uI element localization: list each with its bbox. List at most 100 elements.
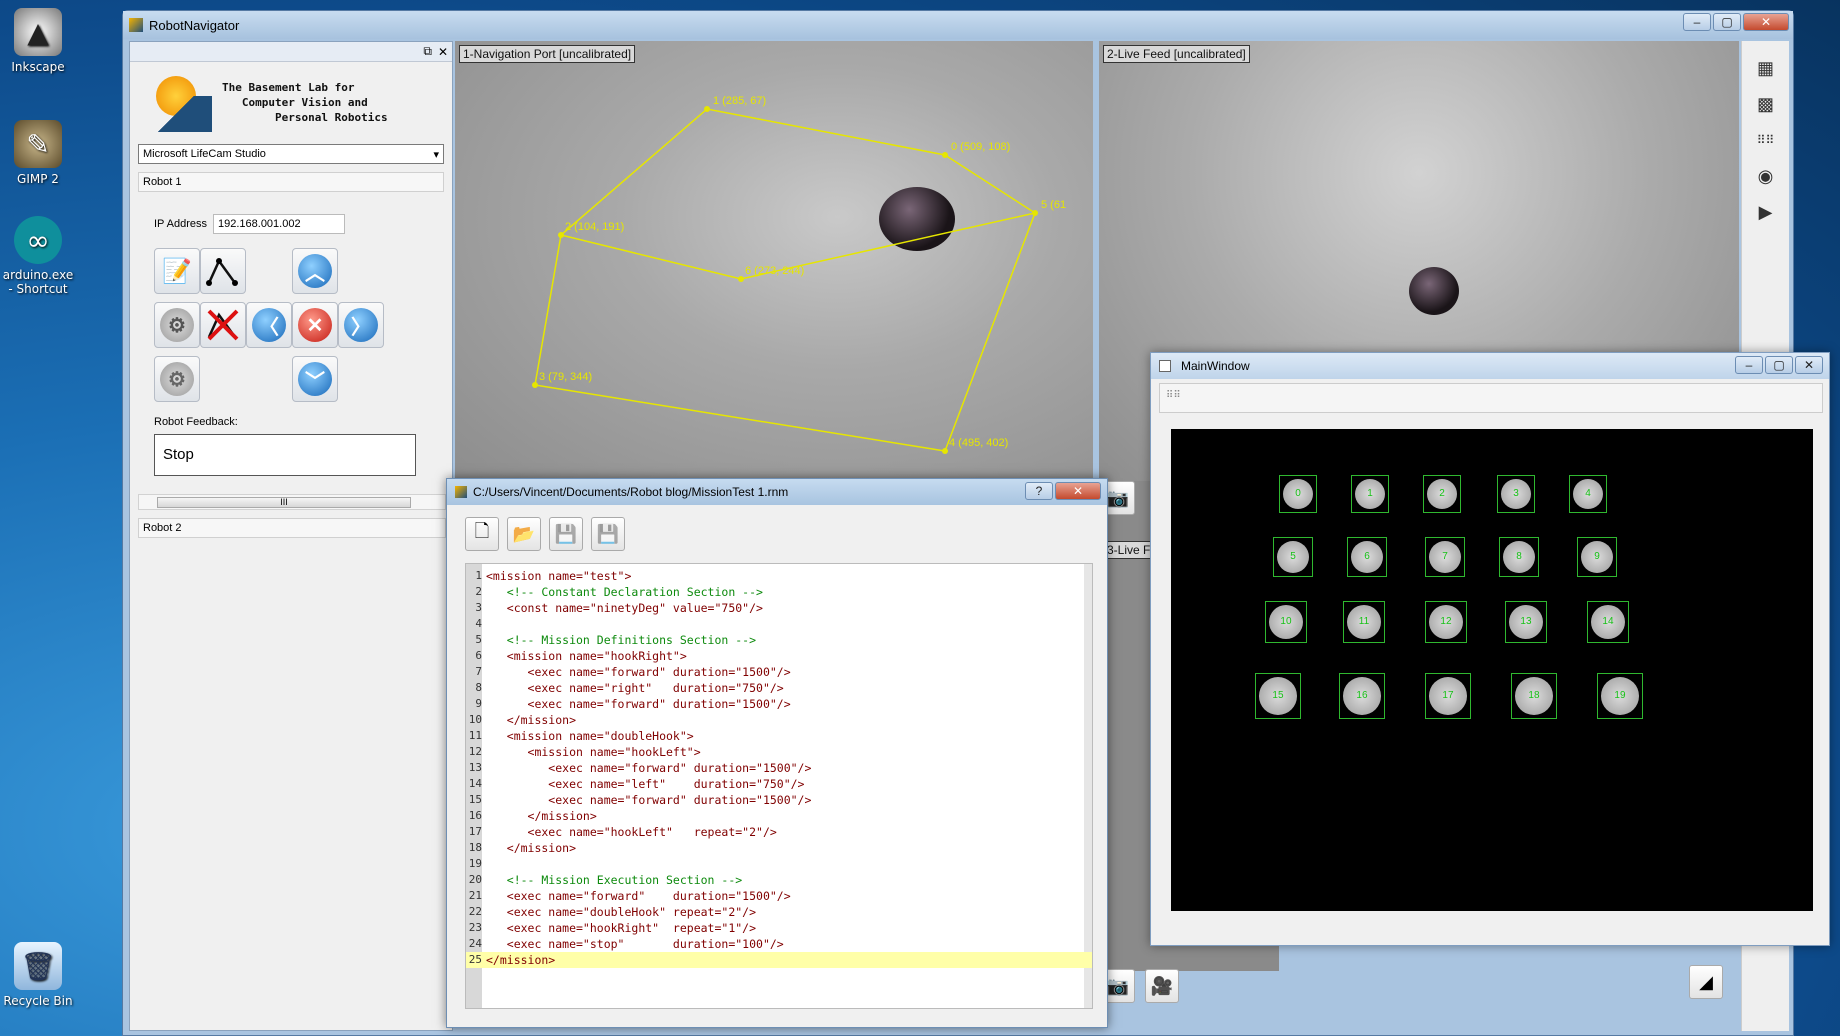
code-line[interactable]: 22 <exec name="doubleHook" repeat="2"/>	[466, 904, 1092, 920]
dots-grid-icon[interactable]: ⠿⠿	[1751, 127, 1781, 153]
detected-blob: 15	[1255, 673, 1301, 719]
camera-icon: 📷	[1106, 975, 1130, 996]
move-down-button[interactable]: ﹀	[292, 356, 338, 402]
record-button[interactable]: 🎥	[1145, 969, 1179, 1003]
code-line[interactable]: 9 <exec name="forward" duration="1500"/>	[466, 696, 1092, 712]
line-number: 14	[468, 777, 482, 790]
code-line[interactable]: 1 <mission name="test">	[466, 568, 1092, 584]
robot1-section[interactable]: Robot 1	[138, 172, 444, 192]
code-line[interactable]: 19	[466, 856, 1092, 872]
code-line[interactable]: 3 <const name="ninetyDeg" value="750"/>	[466, 600, 1092, 616]
code-line[interactable]: 11 <mission name="doubleHook">	[466, 728, 1092, 744]
editor-titlebar[interactable]: C:/Users/Vincent/Documents/Robot blog/Mi…	[447, 479, 1107, 505]
scrollbar-thumb[interactable]: III	[157, 497, 411, 508]
line-number: 13	[468, 761, 482, 774]
resize-grip-icon: ◢	[1699, 971, 1713, 992]
code-line[interactable]: 14 <exec name="left" duration="750"/>	[466, 776, 1092, 792]
open-file-button[interactable]: 📂	[507, 517, 541, 551]
robot2-section[interactable]: Robot 2	[138, 518, 446, 538]
detected-blob: 12	[1425, 601, 1467, 643]
code-line[interactable]: 2 <!-- Constant Declaration Section -->	[466, 584, 1092, 600]
code-line[interactable]: 8 <exec name="right" duration="750"/>	[466, 680, 1092, 696]
clear-path-button[interactable]	[200, 302, 246, 348]
code-editor[interactable]: 1 <mission name="test"> 2 <!-- Constant De…	[465, 563, 1093, 1009]
video-camera-icon[interactable]: ▶	[1751, 199, 1781, 225]
notepad-icon: 📝	[162, 257, 192, 285]
settings-button[interactable]: ⚙	[154, 356, 200, 402]
desktop-icon-inkscape[interactable]: ▲ Inkscape	[0, 8, 76, 74]
horizontal-scrollbar[interactable]: III	[138, 494, 446, 510]
desktop-icon-arduino[interactable]: ∞ arduino.exe - Shortcut	[0, 216, 76, 296]
code-text: <exec name="hookLeft" repeat="2"/>	[486, 825, 777, 839]
code-text: <exec name="forward" duration="1500"/>	[486, 889, 791, 903]
code-text: </mission>	[486, 809, 597, 823]
resize-grip-button[interactable]: ◢	[1689, 965, 1723, 999]
code-line[interactable]: 12 <mission name="hookLeft">	[466, 744, 1092, 760]
move-left-button[interactable]: 〈	[246, 302, 292, 348]
grid-2x2-icon[interactable]: ▦	[1751, 55, 1781, 81]
new-file-button[interactable]: 🗋	[465, 517, 499, 551]
move-up-button[interactable]: ︿	[292, 248, 338, 294]
line-number: 4	[475, 617, 482, 630]
code-text: <exec name="doubleHook" repeat="2"/>	[486, 905, 757, 919]
blob-label: 1	[1367, 488, 1373, 500]
code-line[interactable]: 15 <exec name="forward" duration="1500"/…	[466, 792, 1092, 808]
grid-3x3-icon[interactable]: ▩	[1751, 91, 1781, 117]
stop-x-icon: ✕	[298, 308, 332, 342]
editor-close-button[interactable]: ✕	[1055, 482, 1101, 500]
code-line[interactable]: 21 <exec name="forward" duration="1500"/…	[466, 888, 1092, 904]
float-icon[interactable]: ⧉	[423, 44, 432, 59]
blob-label: 11	[1358, 616, 1370, 628]
code-line[interactable]: 24 <exec name="stop" duration="100"/>	[466, 936, 1092, 952]
path-upper	[559, 108, 1037, 280]
save-button[interactable]: 💾	[549, 517, 583, 551]
settings-run-button[interactable]: ⚙	[154, 302, 200, 348]
ip-address-field[interactable]: 192.168.001.002	[213, 214, 345, 234]
arduino-icon: ∞	[14, 216, 62, 264]
close-dock-icon[interactable]: ✕	[438, 45, 448, 59]
webcam-icon[interactable]: ◉	[1751, 163, 1781, 189]
waypoint-2	[558, 232, 564, 238]
desktop-icon-gimp[interactable]: ✎ GIMP 2	[0, 120, 76, 186]
gear-icon: ⚙	[160, 308, 194, 342]
code-line[interactable]: 17 <exec name="hookLeft" repeat="2"/>	[466, 824, 1092, 840]
maximize-button[interactable]: ▢	[1765, 356, 1793, 374]
close-button[interactable]: ✕	[1743, 13, 1789, 31]
code-line[interactable]: 23 <exec name="hookRight" repeat="1"/>	[466, 920, 1092, 936]
maximize-button[interactable]: ▢	[1713, 13, 1741, 31]
port3-label: 3-Live F	[1103, 541, 1155, 559]
code-line[interactable]: 7 <exec name="forward" duration="1500"/>	[466, 664, 1092, 680]
code-line[interactable]: 18 </mission>	[466, 840, 1092, 856]
code-line[interactable]: 6 <mission name="hookRight">	[466, 648, 1092, 664]
code-text: <exec name="forward" duration="1500"/>	[486, 665, 791, 679]
code-line[interactable]: 5 <!-- Mission Definitions Section -->	[466, 632, 1092, 648]
navigation-port[interactable]: 0 (509, 108) 1 (285, 67) 2 (104, 191) 3 …	[455, 41, 1093, 481]
line-number: 12	[468, 745, 482, 758]
code-line[interactable]: 10 </mission>	[466, 712, 1092, 728]
robotnavigator-titlebar[interactable]: RobotNavigator – ▢ ✕	[123, 11, 1793, 39]
camera-select[interactable]: Microsoft LifeCam Studio ▾	[138, 144, 444, 164]
move-right-button[interactable]: 〉	[338, 302, 384, 348]
waypoint-1-label: 1 (285, 67)	[713, 95, 767, 107]
mainwindow-titlebar[interactable]: MainWindow – ▢ ✕	[1151, 353, 1829, 379]
detected-blob: 18	[1511, 673, 1557, 719]
save-as-button[interactable]: 💾	[591, 517, 625, 551]
code-line[interactable]: 13 <exec name="forward" duration="1500"/…	[466, 760, 1092, 776]
close-button[interactable]: ✕	[1795, 356, 1823, 374]
line-number: 22	[468, 905, 482, 918]
help-button[interactable]: ?	[1025, 482, 1053, 500]
code-line[interactable]: 16 </mission>	[466, 808, 1092, 824]
code-line[interactable]: 4	[466, 616, 1092, 632]
edit-mission-button[interactable]: 📝	[154, 248, 200, 294]
blob-detection-view[interactable]: 0 1 2 3 4 5 6 7 8 9 10 11 12 13 14 15 16 17 18 19	[1171, 429, 1813, 911]
path-button[interactable]	[200, 248, 246, 294]
code-line[interactable]: 20 <!-- Mission Execution Section -->	[466, 872, 1092, 888]
port2-label: 2-Live Feed [uncalibrated]	[1103, 45, 1250, 63]
desktop-icon-recycle-bin[interactable]: 🗑 Recycle Bin	[0, 942, 76, 1008]
stop-button[interactable]: ✕	[292, 302, 338, 348]
minimize-button[interactable]: –	[1683, 13, 1711, 31]
code-line[interactable]: 25 </mission>	[466, 952, 1092, 968]
window-title: RobotNavigator	[149, 17, 240, 33]
blob-label: 9	[1594, 551, 1600, 563]
minimize-button[interactable]: –	[1735, 356, 1763, 374]
